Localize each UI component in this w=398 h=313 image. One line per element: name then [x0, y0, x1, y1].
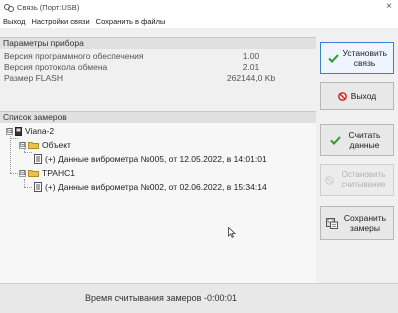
param-row: Размер FLASH 262144,0 Kb [4, 73, 314, 84]
tree-root-label: Viana-2 [25, 126, 55, 136]
close-icon[interactable]: × [386, 1, 392, 12]
document-icon [34, 182, 42, 192]
param-row: Версия протокола обмена 2.01 [4, 62, 314, 73]
param-value: 2.01 [242, 62, 260, 72]
param-label: Версия протокола обмена [4, 62, 108, 72]
folder-icon [28, 142, 39, 149]
param-label: Версия программного обеспечения [4, 51, 144, 61]
check-icon [327, 53, 339, 63]
measurement-label: (+) Данные виброметра №005, от 12.05.202… [45, 154, 267, 164]
measurement-item[interactable]: (+) Данные виброметра №005, от 12.05.202… [34, 153, 267, 165]
param-label: Размер FLASH [4, 73, 63, 83]
read-data-button[interactable]: Считать данные [320, 124, 394, 156]
param-value: 1.00 [242, 51, 260, 61]
save-measurements-button-label: Сохранить замеры [343, 213, 387, 233]
param-value: 262144,0 Kb [226, 73, 276, 83]
mouse-cursor-icon [228, 227, 236, 238]
folder-icon [28, 170, 39, 177]
param-row: Версия программного обеспечения 1.00 [4, 51, 314, 62]
measurement-label: (+) Данные виброметра №002, от 02.06.202… [45, 182, 267, 192]
tree-group-label: ТРАНС1 [42, 168, 75, 178]
read-data-button-label: Считать данные [348, 130, 381, 150]
save-measurements-button[interactable]: Сохранить замеры [320, 206, 394, 240]
exit-button-label: Выход [350, 91, 377, 101]
tree-root-device[interactable]: ⊟ Viana-2 [6, 125, 54, 137]
menu-item-save-to-files[interactable]: Сохранить в файлы [96, 17, 166, 26]
stop-reading-button-label: Остановить считывание [341, 170, 386, 189]
menu-bar: Выход Настройки связи Сохранить в файлы [0, 15, 398, 28]
measurement-item[interactable]: (+) Данные виброметра №002, от 02.06.202… [34, 181, 267, 193]
status-text: Время считывания замеров -0:00:01 [85, 293, 237, 303]
stop-icon [324, 175, 334, 185]
connect-button-label: Установить связь [342, 48, 388, 68]
collapse-toggle[interactable]: ⊟ [6, 127, 13, 135]
tree-group-trans1[interactable]: ⊟ ТРАНС1 [19, 167, 75, 179]
stop-icon [337, 91, 347, 101]
menu-item-connection-settings[interactable]: Настройки связи [31, 17, 89, 26]
measurements-tree[interactable]: ⊟ Viana-2 ⊟ Объект (+) Данные виброметра… [0, 123, 316, 283]
stop-reading-button[interactable]: Остановить считывание [320, 164, 394, 196]
title-bar: Связь (Порт:USB) × [0, 0, 398, 15]
tree-group-label: Объект [42, 140, 71, 150]
device-params-panel: Версия программного обеспечения 1.00 Вер… [0, 49, 316, 110]
app-icon [4, 3, 14, 12]
menu-item-exit[interactable]: Выход [3, 17, 25, 26]
window-title: Связь (Порт:USB) [17, 3, 80, 12]
exit-button[interactable]: Выход [320, 82, 394, 110]
save-icon [326, 217, 338, 229]
document-icon [34, 154, 42, 164]
collapse-toggle[interactable]: ⊟ [19, 141, 26, 149]
tree-group-object[interactable]: ⊟ Объект [19, 139, 71, 151]
collapse-toggle[interactable]: ⊟ [19, 169, 26, 177]
status-bar: Время считывания замеров -0:00:01 [0, 283, 398, 313]
connect-button[interactable]: Установить связь [320, 42, 394, 74]
device-icon [15, 126, 22, 136]
check-icon [329, 135, 341, 145]
